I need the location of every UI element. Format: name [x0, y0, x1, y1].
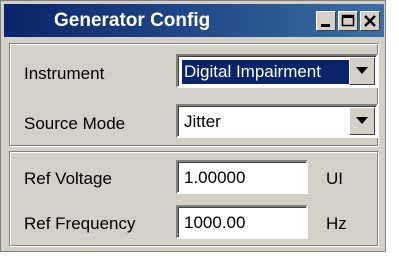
chevron-down-icon	[350, 117, 374, 125]
ref-voltage-input[interactable]: 1.00000	[176, 160, 308, 194]
maximize-button[interactable]	[338, 11, 358, 31]
close-icon	[361, 12, 379, 30]
instrument-select[interactable]: Digital Impairment	[176, 54, 378, 88]
reference-group: Ref Voltage 1.00000 UI Ref Frequency 100…	[9, 151, 379, 247]
source-mode-label: Source Mode	[24, 114, 126, 133]
instrument-value: Digital Impairment	[181, 59, 363, 85]
ref-frequency-unit: Hz	[326, 214, 347, 233]
title-bar[interactable]: Generator Config	[4, 4, 384, 37]
source-mode-select[interactable]: Jitter	[176, 104, 378, 138]
minimize-icon	[317, 12, 335, 30]
ref-frequency-input[interactable]: 1000.00	[176, 205, 308, 239]
instrument-label: Instrument	[24, 64, 105, 83]
ref-voltage-label: Ref Voltage	[24, 169, 112, 188]
source-mode-dropdown-button[interactable]	[349, 107, 375, 135]
source-mode-value: Jitter	[184, 112, 221, 131]
instrument-group: Instrument Digital Impairment Source Mod…	[9, 43, 379, 147]
generator-config-window: Generator Config Instrument Digital Impa…	[0, 0, 386, 252]
ref-voltage-value: 1.00000	[184, 168, 246, 187]
window-title: Generator Config	[54, 10, 211, 31]
close-button[interactable]	[360, 11, 380, 31]
maximize-icon	[339, 12, 357, 30]
minimize-button[interactable]	[316, 11, 336, 31]
chevron-down-icon	[350, 67, 374, 75]
instrument-dropdown-button[interactable]	[349, 57, 375, 85]
ref-frequency-value: 1000.00	[184, 213, 246, 232]
ref-frequency-label: Ref Frequency	[24, 214, 136, 233]
ref-voltage-unit: UI	[326, 169, 343, 188]
